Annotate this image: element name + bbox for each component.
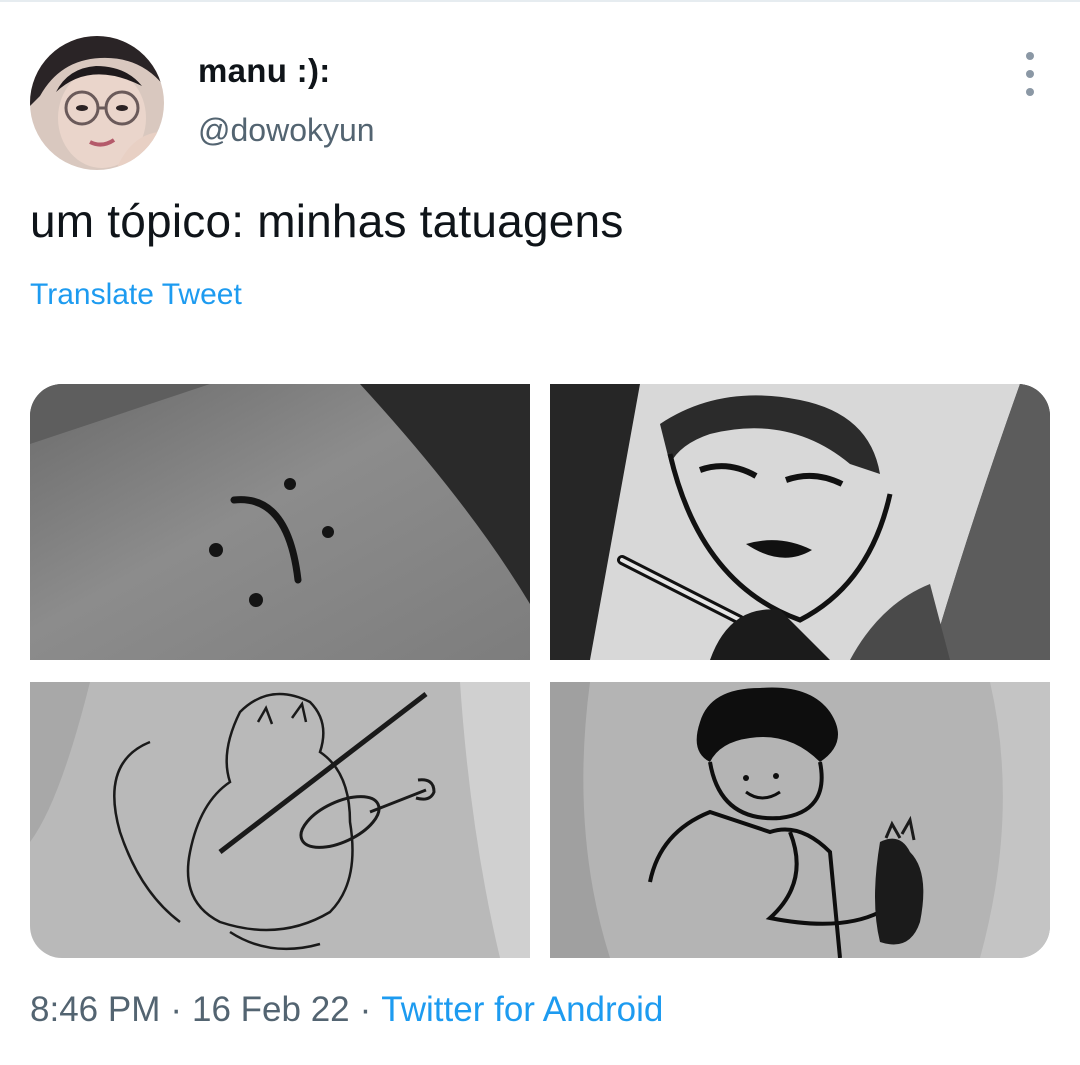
media-grid <box>30 384 1050 958</box>
display-name[interactable]: manu :): <box>198 52 331 90</box>
more-vertical-icon[interactable] <box>1010 52 1050 96</box>
tweet-time[interactable]: 8:46 PM <box>30 990 160 1029</box>
tweet-source-link[interactable]: Twitter for Android <box>381 990 663 1029</box>
media-anime-man-tattoo[interactable] <box>550 384 1050 660</box>
meta-separator: · <box>170 990 183 1029</box>
user-handle[interactable]: @dowokyun <box>198 112 375 149</box>
meta-separator: · <box>359 990 372 1029</box>
top-divider <box>0 0 1080 2</box>
more-dot <box>1026 52 1034 60</box>
more-dot <box>1026 88 1034 96</box>
more-dot <box>1026 70 1034 78</box>
media-person-cat-tattoo[interactable] <box>550 682 1050 958</box>
translate-tweet-link[interactable]: Translate Tweet <box>30 278 242 312</box>
tweet-text: um tópico: minhas tatuagens <box>30 195 624 247</box>
media-cat-violin-tattoo[interactable] <box>30 682 530 958</box>
tweet-meta: 8:46 PM · 16 Feb 22 · Twitter for Android <box>30 990 663 1030</box>
avatar[interactable] <box>30 36 164 170</box>
media-sad-face-tattoo[interactable] <box>30 384 530 660</box>
tweet-date[interactable]: 16 Feb 22 <box>192 990 350 1029</box>
